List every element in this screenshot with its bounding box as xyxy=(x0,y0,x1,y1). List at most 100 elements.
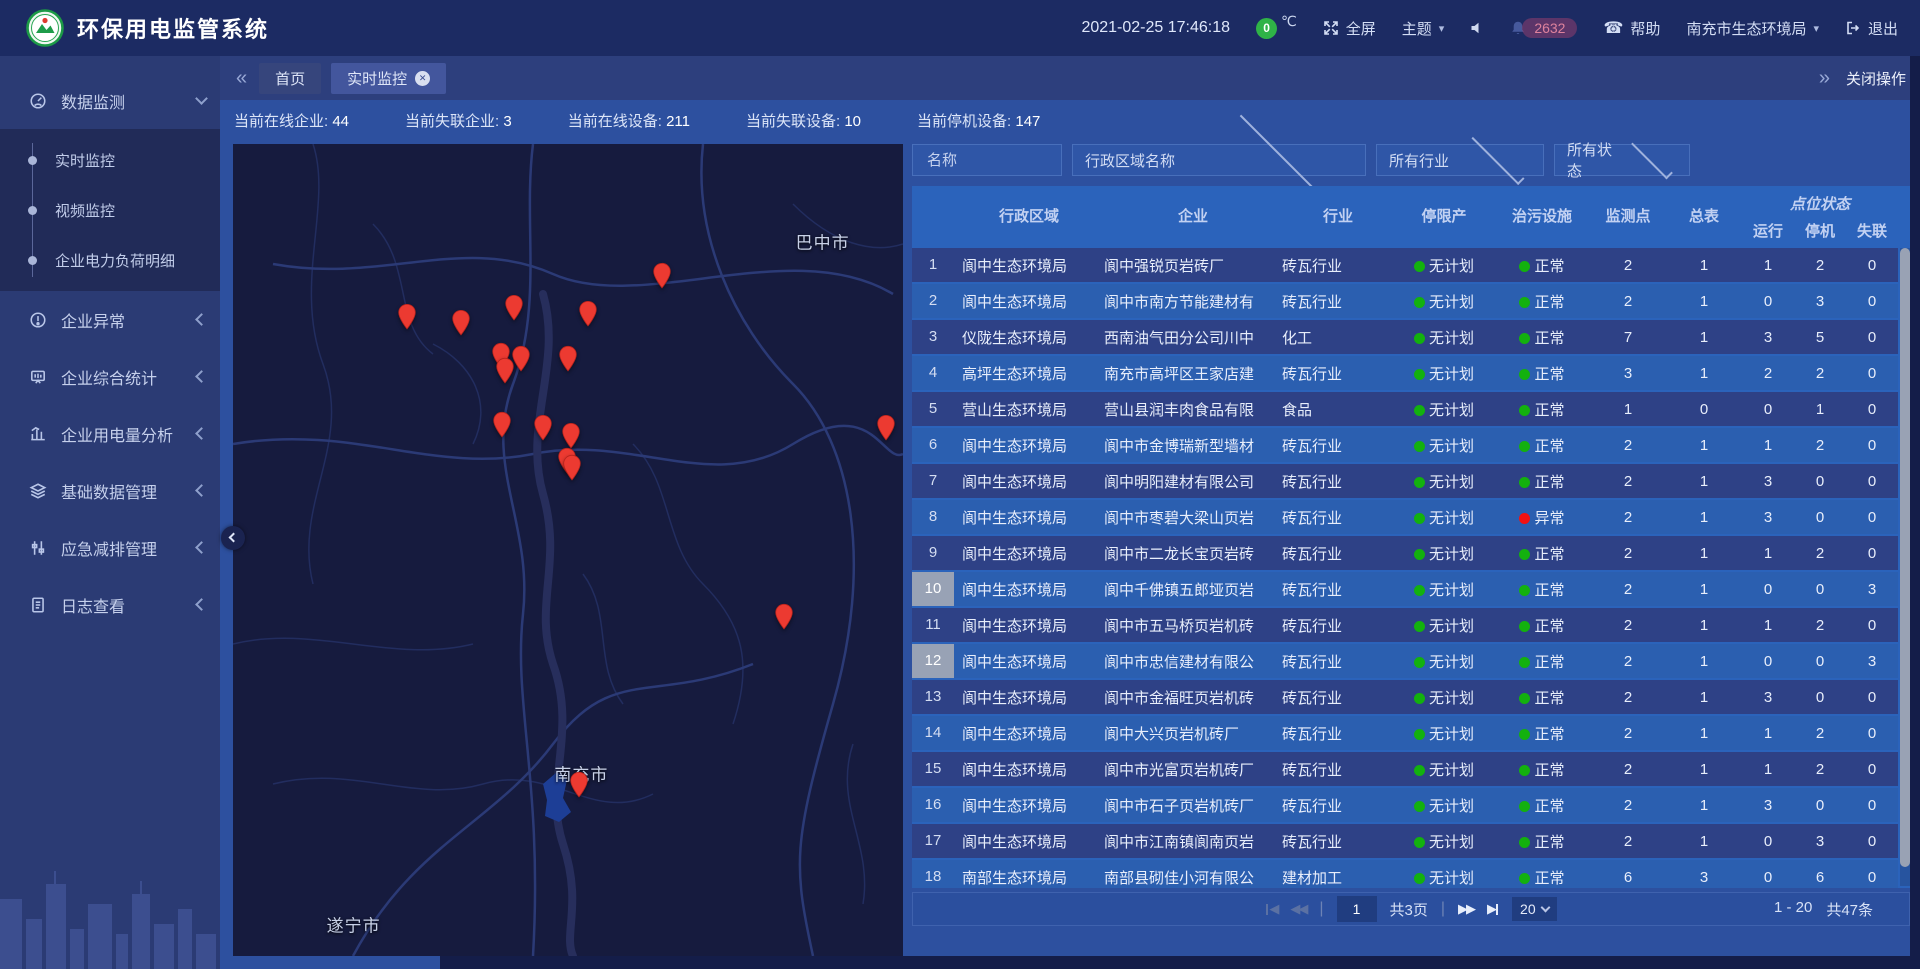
prev-page-button[interactable]: ◀◀ xyxy=(1290,901,1306,917)
sidebar-item[interactable]: 基础数据管理 xyxy=(0,462,220,519)
row-run: 1 xyxy=(1742,725,1794,742)
table-row[interactable]: 9阆中生态环境局阆中市二龙长宝页岩砖砖瓦行业无计划正常21120 xyxy=(912,536,1898,570)
table-row[interactable]: 1阆中生态环境局阆中强锐页岩砖厂砖瓦行业无计划正常21120 xyxy=(912,248,1898,282)
map-pin[interactable] xyxy=(570,771,589,804)
map-pin[interactable] xyxy=(775,603,794,636)
sidebar-item[interactable]: 日志查看 xyxy=(0,576,220,633)
table-scrollbar-thumb[interactable] xyxy=(1900,248,1910,867)
org-dropdown[interactable]: 南充市生态环境局 ▾ xyxy=(1686,18,1819,39)
map-pin[interactable] xyxy=(563,454,582,487)
map-panel[interactable]: 巴中市南充市遂宁市 xyxy=(233,144,903,956)
row-meter: 1 xyxy=(1666,833,1742,850)
page-size-select[interactable]: 20 xyxy=(1512,897,1557,921)
table-row[interactable]: 13阆中生态环境局阆中市金福旺页岩机砖砖瓦行业无计划正常21300 xyxy=(912,680,1898,714)
table-row[interactable]: 3仪陇生态环境局西南油气田分公司川中化工无计划正常71350 xyxy=(912,320,1898,354)
stat-item: 当前失联设备: 10 xyxy=(746,110,861,131)
row-lost: 0 xyxy=(1846,617,1898,634)
sidebar-subitem[interactable]: 实时监控 xyxy=(0,135,220,185)
help-button[interactable]: ☎ 帮助 xyxy=(1603,18,1660,39)
status-dot-icon xyxy=(1414,621,1425,632)
tabs-scroll-left-icon[interactable]: « xyxy=(234,68,249,88)
map-collapse-toggle[interactable] xyxy=(221,526,245,550)
sidebar-item-label: 企业用电量分析 xyxy=(61,422,197,446)
row-stop-status: 无计划 xyxy=(1394,831,1494,852)
table-row[interactable]: 15阆中生态环境局阆中市光富页岩机砖厂砖瓦行业无计划正常21120 xyxy=(912,752,1898,786)
table-row[interactable]: 5营山生态环境局营山县润丰肉食品有限食品无计划正常10010 xyxy=(912,392,1898,426)
map-pin[interactable] xyxy=(559,345,578,378)
row-facility-status: 正常 xyxy=(1494,399,1590,420)
row-lost: 0 xyxy=(1846,725,1898,742)
map-pin[interactable] xyxy=(493,411,512,444)
row-lost: 0 xyxy=(1846,293,1898,310)
sidebar-item[interactable]: 数据监测 xyxy=(0,72,220,129)
map-pin[interactable] xyxy=(398,303,417,336)
row-meter: 1 xyxy=(1666,473,1742,490)
status-dot-icon xyxy=(1519,405,1530,416)
region-filter-select[interactable]: 行政区域名称 xyxy=(1072,144,1366,176)
table-row[interactable]: 2阆中生态环境局阆中市南方节能建材有砖瓦行业无计划正常21030 xyxy=(912,284,1898,318)
row-halt: 3 xyxy=(1794,833,1846,850)
industry-filter-select[interactable]: 所有行业 xyxy=(1376,144,1544,176)
sidebar-subitem[interactable]: 视频监控 xyxy=(0,185,220,235)
table-row[interactable]: 10阆中生态环境局阆中千佛镇五郎垭页岩砖瓦行业无计划正常21003 xyxy=(912,572,1898,606)
sidebar-item[interactable]: 企业综合统计 xyxy=(0,348,220,405)
next-page-button[interactable]: ▶▶ xyxy=(1458,901,1474,917)
row-company: 阆中大兴页岩机砖厂 xyxy=(1104,723,1282,744)
chevron-left-icon xyxy=(195,427,208,440)
sidebar-item-label: 基础数据管理 xyxy=(61,479,197,503)
table-row[interactable]: 12阆中生态环境局阆中市忠信建材有限公砖瓦行业无计划正常21003 xyxy=(912,644,1898,678)
map-pin[interactable] xyxy=(496,357,515,390)
row-meter: 1 xyxy=(1666,761,1742,778)
row-index: 10 xyxy=(912,572,954,606)
sidebar-item[interactable]: 企业用电量分析 xyxy=(0,405,220,462)
row-stop-status: 无计划 xyxy=(1394,327,1494,348)
name-filter-input[interactable] xyxy=(925,151,1049,170)
table-row[interactable]: 14阆中生态环境局阆中大兴页岩机砖厂砖瓦行业无计划正常21120 xyxy=(912,716,1898,750)
row-lost: 0 xyxy=(1846,545,1898,562)
phone-icon: ☎ xyxy=(1603,18,1623,38)
sidebar-item[interactable]: 企业异常 xyxy=(0,291,220,348)
map-pin[interactable] xyxy=(534,414,553,447)
row-facility-status: 正常 xyxy=(1494,615,1590,636)
col-region: 行政区域 xyxy=(954,186,1104,248)
notifications[interactable]: 2632 xyxy=(1510,18,1577,38)
close-operations-button[interactable]: 关闭操作 xyxy=(1846,68,1906,89)
map-pin[interactable] xyxy=(876,414,895,447)
last-page-button[interactable]: ▶ xyxy=(1487,901,1499,917)
table-row[interactable]: 16阆中生态环境局阆中市石子页岩机砖厂砖瓦行业无计划正常21300 xyxy=(912,788,1898,822)
close-icon[interactable]: ✕ xyxy=(415,71,430,86)
org-label: 南充市生态环境局 xyxy=(1686,18,1806,39)
fullscreen-button[interactable]: 全屏 xyxy=(1323,18,1376,39)
table-row[interactable]: 11阆中生态环境局阆中市五马桥页岩机砖砖瓦行业无计划正常21120 xyxy=(912,608,1898,642)
logout-button[interactable]: 退出 xyxy=(1845,18,1898,39)
tab-首页[interactable]: 首页 xyxy=(259,63,321,94)
row-industry: 砖瓦行业 xyxy=(1282,687,1394,708)
row-run: 0 xyxy=(1742,581,1794,598)
sidebar: 数据监测实时监控视频监控企业电力负荷明细企业异常企业综合统计企业用电量分析基础数… xyxy=(0,56,220,969)
col-run: 运行 xyxy=(1742,220,1794,241)
map-pin[interactable] xyxy=(451,309,470,342)
table-row[interactable]: 7阆中生态环境局阆中明阳建材有限公司砖瓦行业无计划正常21300 xyxy=(912,464,1898,498)
table-row[interactable]: 4高坪生态环境局南充市高坪区王家店建砖瓦行业无计划正常31220 xyxy=(912,356,1898,390)
status-filter-select[interactable]: 所有状态 xyxy=(1554,144,1690,176)
map-pin[interactable] xyxy=(652,262,671,295)
page-number-input[interactable] xyxy=(1337,896,1377,922)
chevron-left-icon xyxy=(195,313,208,326)
mute-button[interactable] xyxy=(1470,21,1484,35)
sidebar-item[interactable]: 应急减排管理 xyxy=(0,519,220,576)
first-page-button[interactable]: ◀ xyxy=(1265,901,1277,917)
table-row[interactable]: 8阆中生态环境局阆中市枣碧大梁山页岩砖瓦行业无计划异常21300 xyxy=(912,500,1898,534)
row-stop-status: 无计划 xyxy=(1394,579,1494,600)
name-filter-field[interactable] xyxy=(912,144,1062,176)
tab-实时监控[interactable]: 实时监控✕ xyxy=(331,63,446,94)
theme-dropdown[interactable]: 主题 ▾ xyxy=(1402,18,1445,39)
table-row[interactable]: 6阆中生态环境局阆中市金博瑞新型墙材砖瓦行业无计划正常21120 xyxy=(912,428,1898,462)
row-meter: 1 xyxy=(1666,293,1742,310)
table-row[interactable]: 18南部生态环境局南部县砌佳小河有限公建材加工无计划正常63060 xyxy=(912,860,1898,888)
row-run: 3 xyxy=(1742,509,1794,526)
sidebar-subitem[interactable]: 企业电力负荷明细 xyxy=(0,235,220,285)
map-pin[interactable] xyxy=(579,300,598,333)
tabs-scroll-right-icon[interactable]: » xyxy=(1817,68,1832,88)
map-pin[interactable] xyxy=(505,294,524,327)
table-row[interactable]: 17阆中生态环境局阆中市江南镇阆南页岩砖瓦行业无计划正常21030 xyxy=(912,824,1898,858)
